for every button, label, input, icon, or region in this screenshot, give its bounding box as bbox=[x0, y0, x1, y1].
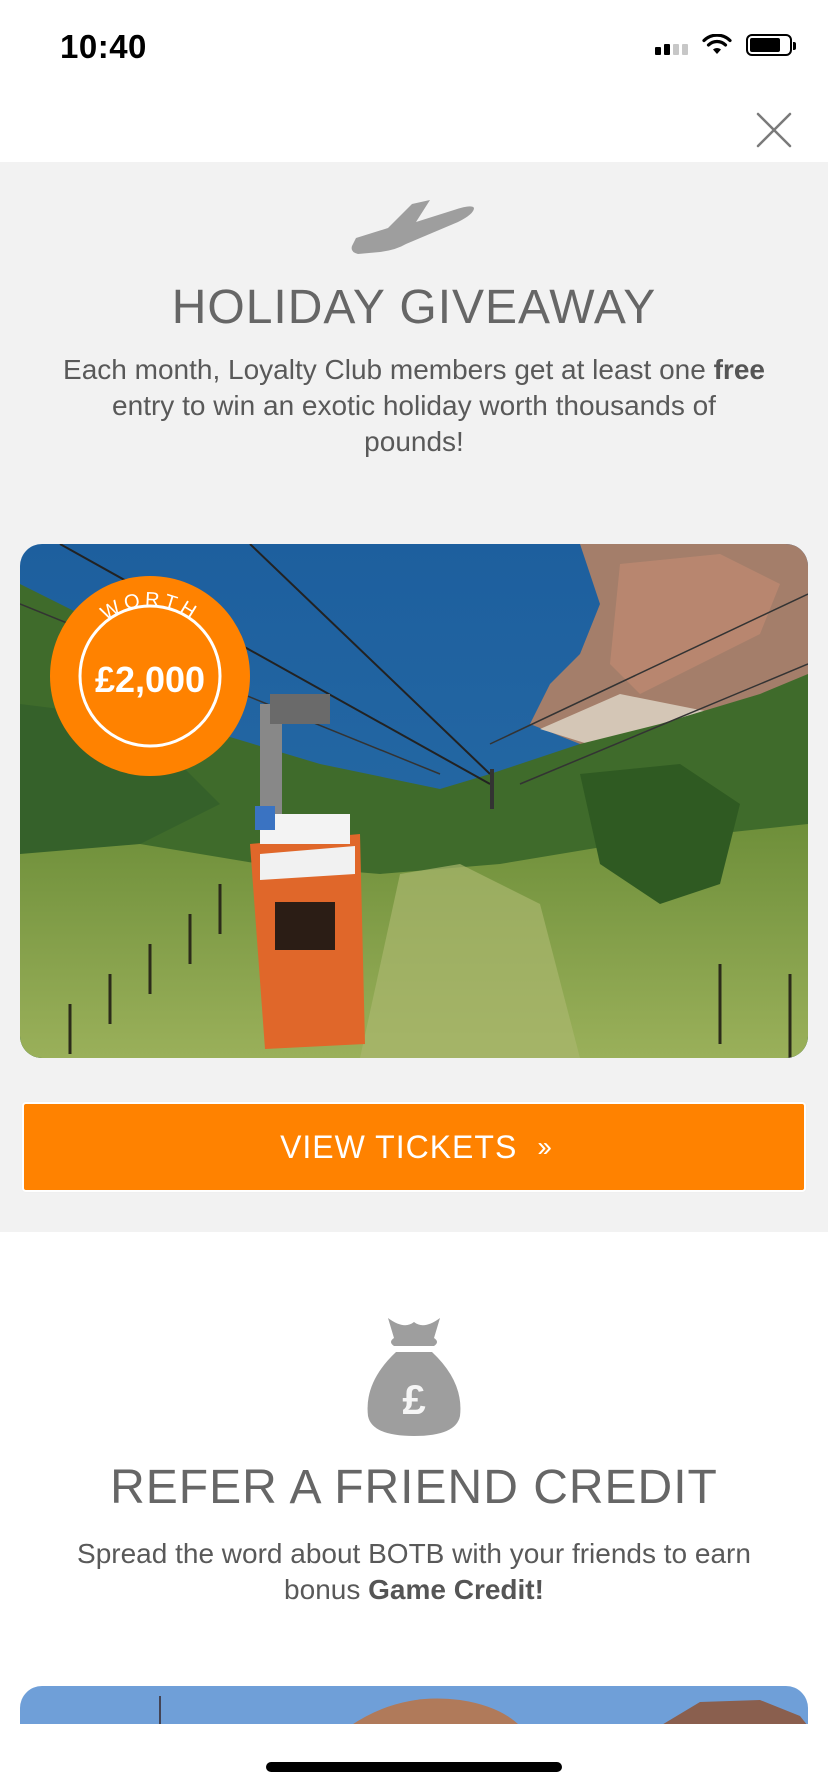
close-icon[interactable] bbox=[752, 108, 796, 152]
status-time: 10:40 bbox=[60, 28, 147, 65]
refer-description: Spread the word about BOTB with your fri… bbox=[77, 1538, 751, 1605]
holiday-prize-image: WORTH £2,000 bbox=[20, 544, 808, 1058]
refer-friend-section: £ REFER A FRIEND CREDIT Spread the word … bbox=[0, 1232, 828, 1792]
signal-icon bbox=[655, 35, 688, 55]
svg-text:£: £ bbox=[402, 1376, 425, 1423]
money-bag-icon: £ bbox=[367, 1318, 461, 1436]
double-chevron-right-icon: ›› bbox=[537, 1131, 552, 1162]
holiday-description: Each month, Loyalty Club members get at … bbox=[63, 354, 765, 457]
status-icons bbox=[655, 34, 796, 56]
view-tickets-label: VIEW TICKETS bbox=[280, 1128, 518, 1165]
home-indicator-area bbox=[0, 1724, 828, 1792]
worth-badge: WORTH £2,000 bbox=[50, 576, 250, 776]
modal-header bbox=[0, 100, 828, 162]
view-tickets-button[interactable]: VIEW TICKETS ›› bbox=[22, 1102, 806, 1192]
refer-title: REFER A FRIEND CREDIT bbox=[110, 1461, 718, 1514]
worth-badge-value: £2,000 bbox=[95, 659, 205, 700]
home-indicator[interactable] bbox=[266, 1762, 562, 1772]
holiday-title: HOLIDAY GIVEAWAY bbox=[171, 281, 657, 334]
status-bar: 10:40 bbox=[0, 0, 828, 100]
wifi-icon bbox=[702, 34, 732, 54]
plane-icon bbox=[351, 200, 474, 254]
battery-icon bbox=[746, 34, 796, 56]
refer-image bbox=[20, 1686, 808, 1726]
holiday-giveaway-section: HOLIDAY GIVEAWAY Each month, Loyalty Clu… bbox=[0, 162, 828, 1232]
